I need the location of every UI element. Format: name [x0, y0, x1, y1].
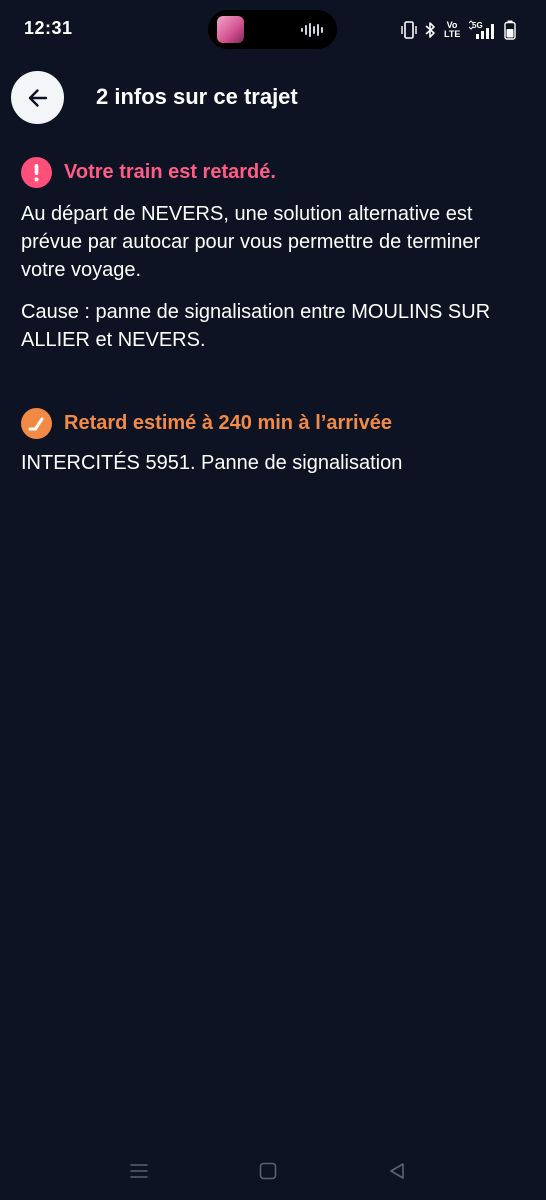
screen: 12:31 Vo LTE 5G 2 infos sur ce trajet Vo…: [0, 0, 546, 1200]
media-thumbnail: [217, 16, 244, 43]
alert-cause: Cause : panne de signalisation entre MOU…: [21, 301, 491, 351]
system-back-button[interactable]: [386, 1160, 408, 1182]
arrow-left-icon: [28, 88, 47, 107]
back-triangle-icon: [390, 1163, 404, 1179]
exclamation-icon: [21, 156, 52, 188]
status-icons: Vo LTE 5G: [401, 18, 516, 42]
alert-description: INTERCITÉS 5951. Panne de signalisation: [21, 452, 403, 474]
volte-indicator: Vo LTE: [444, 20, 461, 39]
bluetooth-icon: [425, 22, 435, 38]
back-button[interactable]: [11, 71, 64, 124]
recent-apps-button[interactable]: [128, 1160, 150, 1182]
menu-icon: [130, 1164, 148, 1178]
svg-text:5G: 5G: [472, 21, 483, 30]
page-title: 2 infos sur ce trajet: [96, 84, 298, 109]
audio-wave-icon: [301, 23, 323, 37]
home-button[interactable]: [257, 1160, 279, 1182]
alert-header: Votre train est retardé.: [21, 156, 526, 188]
alert-body: Au départ de NEVERS, une solution altern…: [21, 200, 526, 354]
alert-title: Votre train est retardé.: [64, 160, 276, 183]
status-bar: 12:31 Vo LTE 5G: [0, 0, 546, 60]
alert-estimated-delay: Retard estimé à 240 min à l’arrivée INTE…: [21, 407, 526, 477]
vibrate-icon: [401, 21, 417, 39]
alert-description: Au départ de NEVERS, une solution altern…: [21, 203, 481, 281]
home-icon: [259, 1162, 277, 1180]
dynamic-island[interactable]: [208, 10, 337, 49]
alert-title: Retard estimé à 240 min à l’arrivée: [64, 411, 392, 434]
alert-header: Retard estimé à 240 min à l’arrivée: [21, 407, 526, 439]
battery-icon: [504, 20, 516, 40]
clock-icon: [21, 407, 52, 439]
alert-train-delayed: Votre train est retardé. Au départ de NE…: [21, 156, 526, 354]
alert-body: INTERCITÉS 5951. Panne de signalisation: [21, 449, 526, 477]
system-nav-bar: [0, 1150, 546, 1190]
signal-5g-icon: 5G: [468, 20, 494, 39]
status-time: 12:31: [24, 18, 73, 38]
